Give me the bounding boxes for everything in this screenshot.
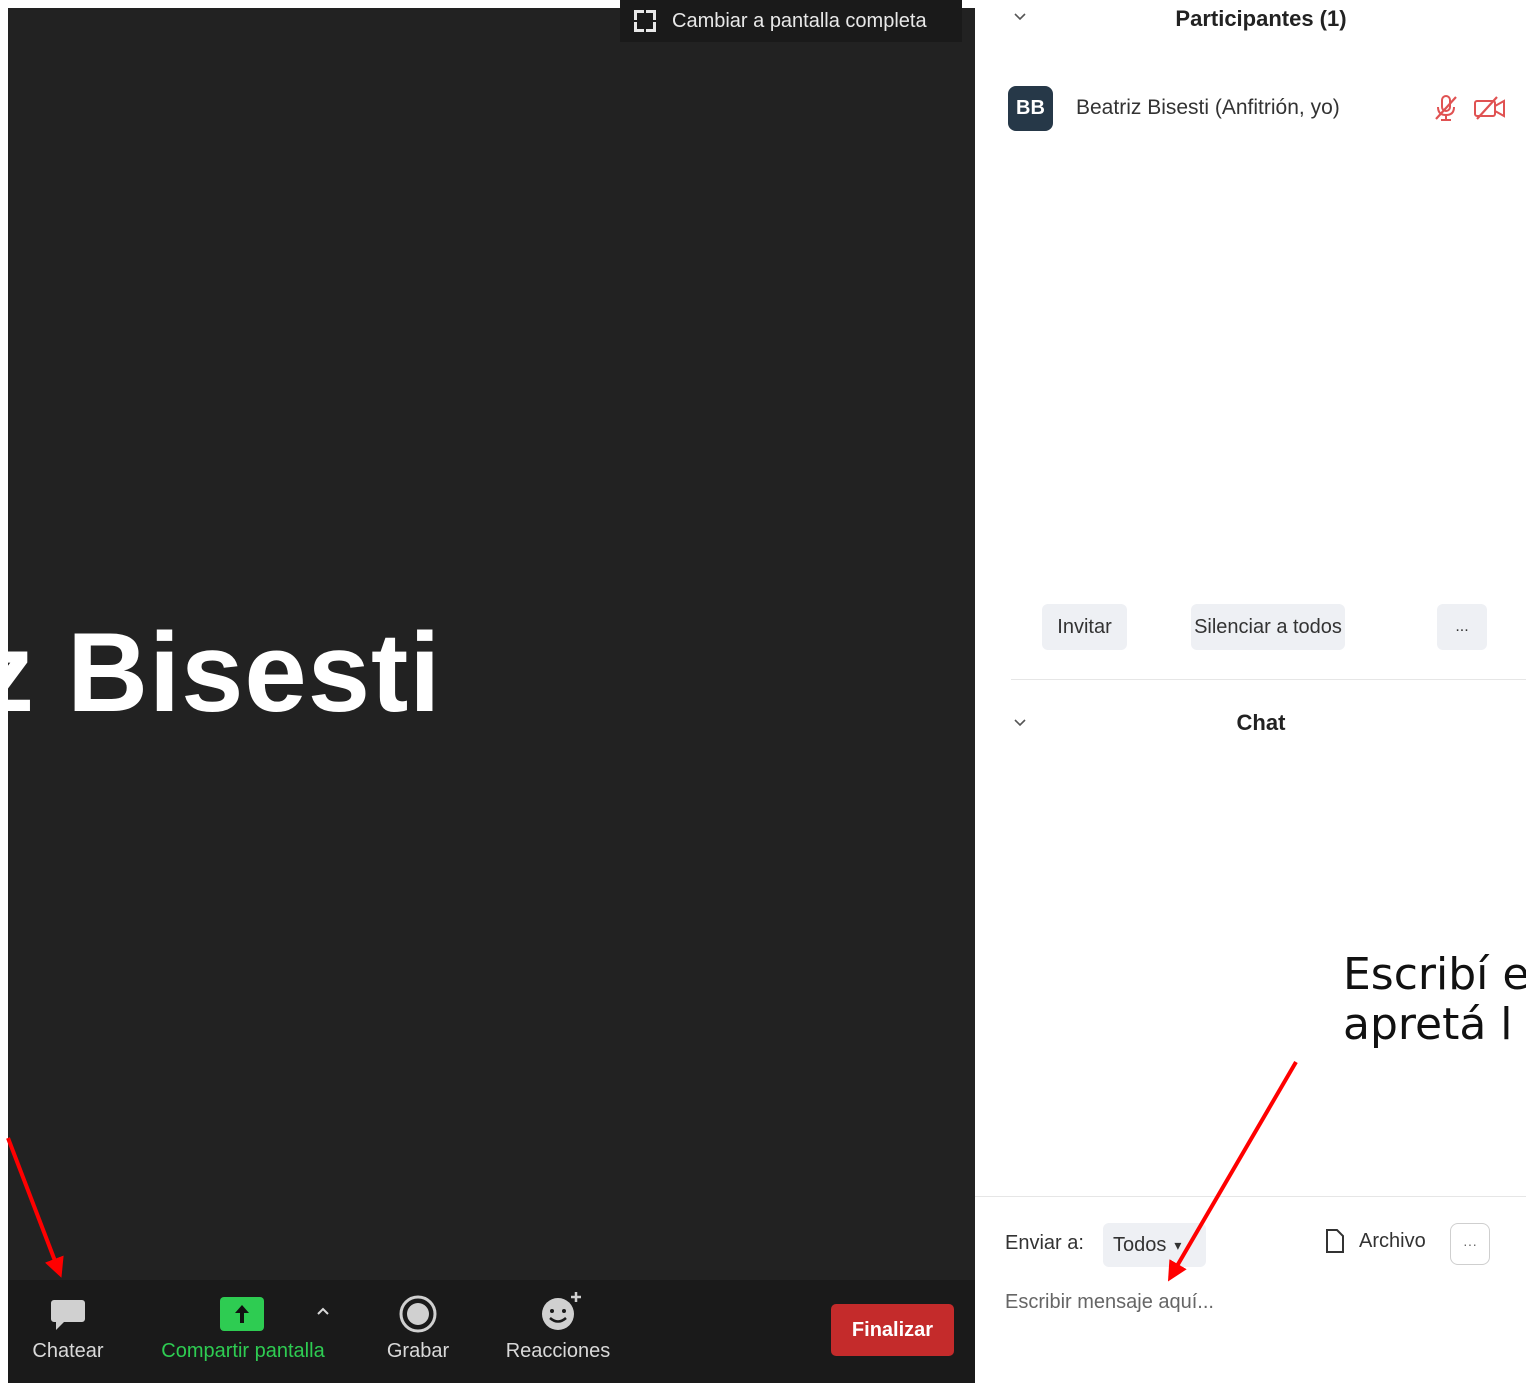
dropdown-icon: ▾: [1174, 1236, 1182, 1253]
speaker-name: z Bisesti: [0, 610, 442, 735]
side-panel: Participantes (1) BB Beatriz Bisesti (An…: [975, 0, 1526, 1383]
annotation-line-2: apretá l: [1343, 999, 1513, 1050]
participants-more-button[interactable]: ...: [1437, 604, 1487, 650]
fullscreen-label: Cambiar a pantalla completa: [672, 9, 927, 32]
chat-bubble-icon: [51, 1300, 85, 1330]
mute-all-button[interactable]: Silenciar a todos: [1191, 604, 1345, 650]
send-to-select[interactable]: Todos ▾: [1103, 1223, 1206, 1267]
file-button[interactable]: Archivo: [1325, 1228, 1426, 1254]
share-options-caret[interactable]: [308, 1280, 338, 1383]
fullscreen-button[interactable]: Cambiar a pantalla completa: [620, 0, 962, 42]
instruction-annotation: Escribí e apretá l: [1343, 950, 1526, 1050]
camera-off-icon[interactable]: [1473, 96, 1507, 120]
invite-button[interactable]: Invitar: [1042, 604, 1127, 650]
annotation-line-1: Escribí e: [1343, 949, 1526, 1000]
end-meeting-button[interactable]: Finalizar: [831, 1304, 954, 1356]
participants-title: Participantes (1): [1175, 6, 1347, 31]
fullscreen-icon: [634, 10, 656, 32]
chat-title: Chat: [1236, 710, 1286, 735]
file-icon: [1326, 1229, 1344, 1253]
send-to-label: Enviar a:: [1005, 1232, 1084, 1254]
send-to-value: Todos: [1113, 1233, 1167, 1256]
emoji-plus-icon: [542, 1292, 581, 1330]
chat-message-input[interactable]: [1005, 1282, 1505, 1322]
divider: [975, 1196, 1526, 1197]
chat-button[interactable]: Chatear: [23, 1280, 113, 1383]
meeting-view: Cambiar a pantalla completa z Bisesti Ch…: [0, 0, 975, 1383]
record-icon: [399, 1295, 437, 1333]
chat-label: Chatear: [32, 1340, 104, 1362]
share-label: Compartir pantalla: [161, 1340, 325, 1362]
participant-name: Beatriz Bisesti (Anfitrión, yo): [1076, 96, 1340, 119]
share-arrow-icon: [220, 1297, 264, 1331]
record-label: Grabar: [386, 1340, 450, 1362]
reactions-label: Reacciones: [505, 1340, 611, 1362]
record-button[interactable]: Grabar: [373, 1280, 463, 1383]
participant-row[interactable]: BB Beatriz Bisesti (Anfitrión, yo): [1008, 84, 1526, 132]
meeting-toolbar: Chatear Compartir pantalla Grabar Reacci…: [8, 1280, 975, 1383]
chat-more-button[interactable]: ···: [1450, 1223, 1490, 1265]
divider: [1011, 679, 1526, 680]
muted-mic-icon[interactable]: [1433, 94, 1459, 122]
chevron-up-icon: [317, 1307, 329, 1315]
avatar: BB: [1008, 85, 1053, 131]
file-label: Archivo: [1359, 1229, 1426, 1252]
reactions-button[interactable]: Reacciones: [498, 1280, 618, 1383]
